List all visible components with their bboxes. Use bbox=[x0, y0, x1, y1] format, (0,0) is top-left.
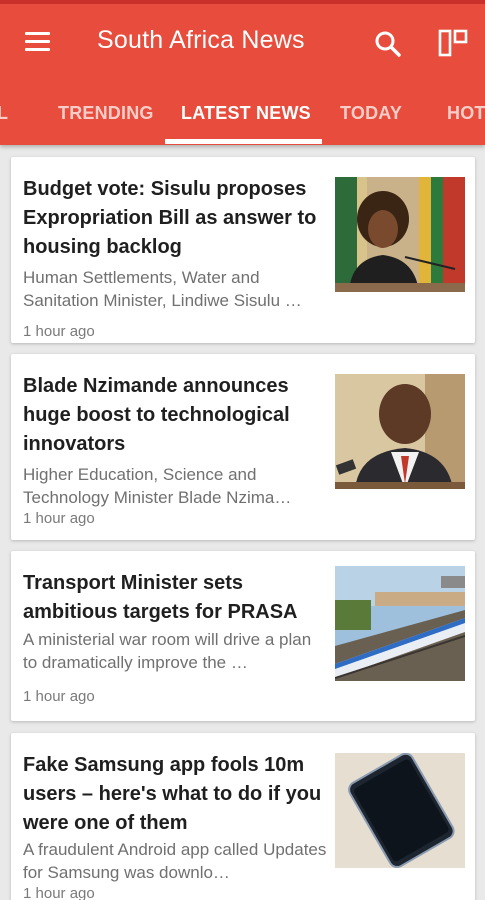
app-bar: South Africa News L TRENDING LATEST NEWS… bbox=[0, 0, 485, 145]
tab-latest-news[interactable]: LATEST NEWS bbox=[181, 82, 311, 145]
article-summary: A fraudulent Android app called Updates … bbox=[23, 840, 327, 882]
article-summary: Human Settlements, Water and Sanitation … bbox=[23, 268, 302, 310]
tab-hot[interactable]: HOT bbox=[447, 82, 485, 145]
article-title: Fake Samsung app fools 10m users – here'… bbox=[23, 754, 322, 834]
article-thumbnail[interactable] bbox=[335, 177, 465, 292]
article-card[interactable]: Fake Samsung app fools 10m users – here'… bbox=[11, 733, 475, 900]
article-time: 1 hour ago bbox=[23, 510, 95, 527]
article-summary: Higher Education, Science and Technology… bbox=[23, 465, 292, 507]
article-title: Transport Minister sets ambitious target… bbox=[23, 572, 298, 623]
news-feed: Budget vote: Sisulu proposes Expropriati… bbox=[0, 145, 485, 900]
article-time: 1 hour ago bbox=[23, 323, 95, 340]
toolbar: South Africa News bbox=[0, 4, 485, 82]
tab-bar: L TRENDING LATEST NEWS TODAY HOT bbox=[0, 82, 485, 145]
article-time: 1 hour ago bbox=[23, 885, 95, 900]
active-tab-indicator bbox=[165, 139, 322, 144]
tab-partial-left[interactable]: L bbox=[0, 82, 8, 145]
app-title: South Africa News bbox=[97, 26, 305, 54]
tab-today[interactable]: TODAY bbox=[340, 82, 402, 145]
article-card[interactable]: Budget vote: Sisulu proposes Expropriati… bbox=[11, 157, 475, 343]
article-title: Budget vote: Sisulu proposes Expropriati… bbox=[23, 178, 317, 258]
article-time: 1 hour ago bbox=[23, 688, 95, 705]
article-card[interactable]: Blade Nzimande announces huge boost to t… bbox=[11, 354, 475, 540]
search-icon[interactable] bbox=[372, 28, 404, 60]
article-title: Blade Nzimande announces huge boost to t… bbox=[23, 375, 290, 455]
layout-icon[interactable] bbox=[436, 28, 470, 60]
tab-trending[interactable]: TRENDING bbox=[58, 82, 154, 145]
article-thumbnail[interactable] bbox=[335, 753, 465, 868]
menu-icon[interactable] bbox=[22, 28, 54, 58]
article-thumbnail[interactable] bbox=[335, 566, 465, 681]
article-card[interactable]: Transport Minister sets ambitious target… bbox=[11, 551, 475, 721]
article-summary: A ministerial war room will drive a plan… bbox=[23, 630, 312, 672]
article-thumbnail[interactable] bbox=[335, 374, 465, 489]
